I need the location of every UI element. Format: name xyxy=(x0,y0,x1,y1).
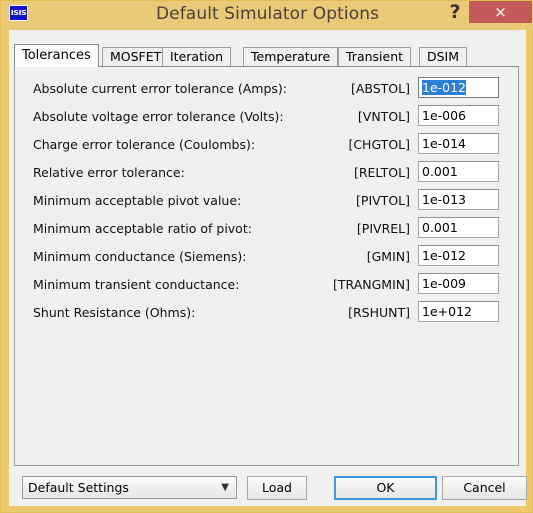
setting-label: Minimum conductance (Siemens): xyxy=(33,249,247,264)
tab-tolerances[interactable]: Tolerances xyxy=(14,44,99,67)
tab-temperature[interactable]: Temperature xyxy=(243,47,339,66)
setting-label: Absolute voltage error tolerance (Volts)… xyxy=(33,109,284,124)
setting-label: Shunt Resistance (Ohms): xyxy=(33,305,196,320)
setting-value-input[interactable]: 1e+012 xyxy=(418,301,499,322)
setting-row: Minimum transient conductance: [TRANGMIN]… xyxy=(15,273,518,301)
setting-value-input[interactable]: 1e-006 xyxy=(418,105,499,126)
isis-app-icon: ISIS xyxy=(9,5,28,21)
setting-parameter-tag: [VNTOL] xyxy=(357,109,410,124)
setting-label: Minimum acceptable pivot value: xyxy=(33,193,242,208)
chevron-down-icon: ▼ xyxy=(221,482,229,493)
setting-row: Minimum acceptable ratio of pivot: [PIVRE… xyxy=(15,217,518,245)
preset-dropdown-value: Default Settings xyxy=(28,480,129,495)
setting-parameter-tag: [GMIN] xyxy=(366,249,410,264)
setting-row: Shunt Resistance (Ohms): [RSHUNT] 1e+012 xyxy=(15,301,518,329)
setting-row: Absolute current error tolerance (Amps):… xyxy=(15,77,518,105)
dialog-window: ISIS Default Simulator Options ? × Toler… xyxy=(0,0,533,513)
setting-row: Absolute voltage error tolerance (Volts)… xyxy=(15,105,518,133)
cancel-button[interactable]: Cancel xyxy=(442,476,527,500)
setting-label: Minimum acceptable ratio of pivot: xyxy=(33,221,252,236)
isis-app-icon-label: ISIS xyxy=(10,8,27,17)
setting-parameter-tag: [PIVREL] xyxy=(356,221,410,236)
ok-button[interactable]: OK xyxy=(334,476,437,500)
load-button[interactable]: Load xyxy=(247,476,307,500)
close-button[interactable]: × xyxy=(469,1,532,23)
setting-value-text: 1e-012 xyxy=(422,80,467,95)
setting-value-input[interactable]: 1e-013 xyxy=(418,189,499,210)
tab-mosfet[interactable]: MOSFET xyxy=(102,47,170,66)
setting-value-input[interactable]: 1e-009 xyxy=(418,273,499,294)
help-button[interactable]: ? xyxy=(442,1,468,23)
setting-label: Charge error tolerance (Coulombs): xyxy=(33,137,256,152)
setting-parameter-tag: [RELTOL] xyxy=(353,165,410,180)
setting-parameter-tag: [TRANGMIN] xyxy=(333,277,410,292)
setting-row: Charge error tolerance (Coulombs): [CHGTO… xyxy=(15,133,518,161)
setting-parameter-tag: [ABSTOL] xyxy=(350,81,410,96)
tab-page-tolerances: Absolute current error tolerance (Amps):… xyxy=(14,66,519,466)
tab-dsim[interactable]: DSIM xyxy=(419,47,468,66)
dialog-footer: Default Settings ▼ Load OK Cancel xyxy=(9,473,527,506)
tab-iteration[interactable]: Iteration xyxy=(162,47,232,66)
setting-value-input[interactable]: 1e-012 xyxy=(418,245,499,266)
setting-row: Minimum conductance (Siemens): [GMIN] 1e-0… xyxy=(15,245,518,273)
title-bar[interactable]: ISIS Default Simulator Options ? × xyxy=(1,1,533,30)
dialog-client-area: Tolerances MOSFET Iteration Temperature Tran… xyxy=(9,30,527,506)
tab-strip: Tolerances MOSFET Iteration Temperature Tran… xyxy=(14,44,520,67)
setting-row: Relative error tolerance: [RELTOL] 0.001 xyxy=(15,161,518,189)
setting-value-input[interactable]: 0.001 xyxy=(418,161,499,182)
setting-label: Minimum transient conductance: xyxy=(33,277,240,292)
setting-parameter-tag: [RSHUNT] xyxy=(348,305,410,320)
setting-value-input[interactable]: 0.001 xyxy=(418,217,499,238)
preset-dropdown[interactable]: Default Settings ▼ xyxy=(22,476,237,499)
tab-transient[interactable]: Transient xyxy=(338,47,412,66)
setting-value-input[interactable]: 1e-014 xyxy=(418,133,499,154)
setting-label: Absolute current error tolerance (Amps): xyxy=(33,81,288,96)
setting-label: Relative error tolerance: xyxy=(33,165,185,180)
setting-value-input[interactable]: 1e-012 xyxy=(418,77,499,98)
setting-parameter-tag: [PIVTOL] xyxy=(356,193,410,208)
setting-parameter-tag: [CHGTOL] xyxy=(348,137,410,152)
setting-row: Minimum acceptable pivot value: [PIVTOL] 1… xyxy=(15,189,518,217)
